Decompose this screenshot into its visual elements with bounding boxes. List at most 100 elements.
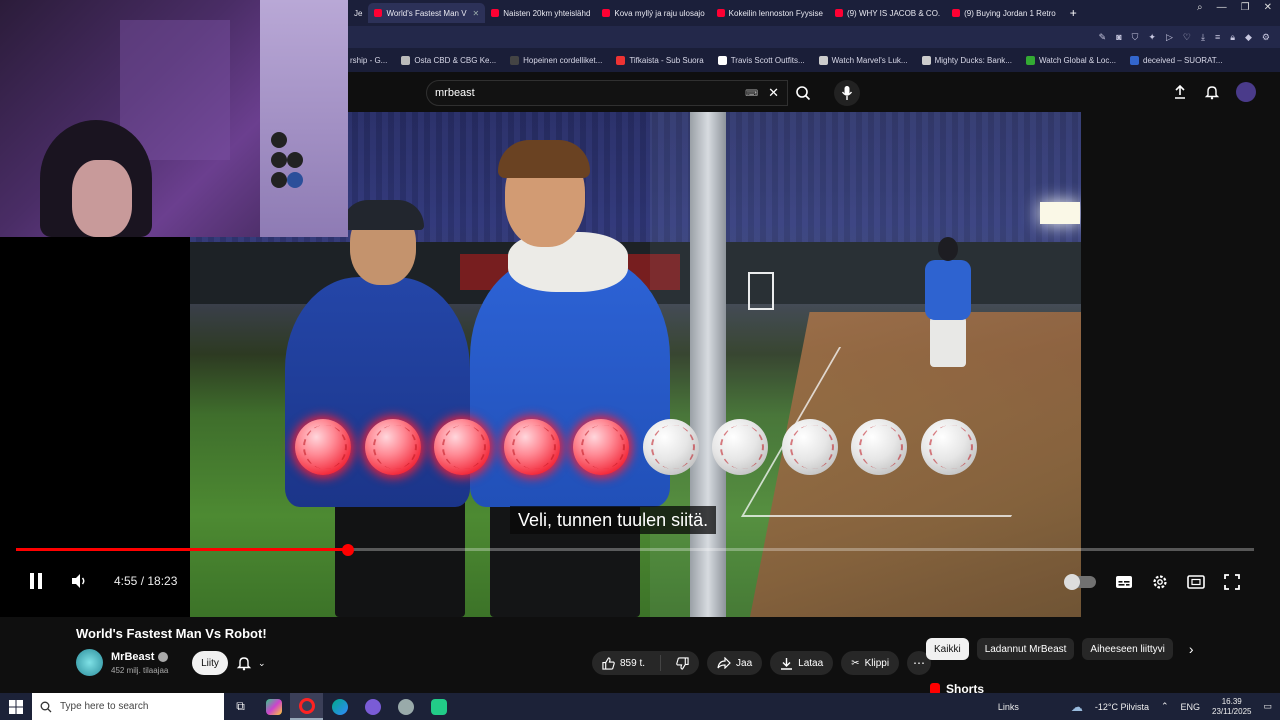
browser-tab[interactable]: Kokeilin lennoston Fyysise: [711, 3, 829, 23]
browser-tab[interactable]: Naisten 20km yhteislähd: [485, 3, 596, 23]
bell-icon: [236, 657, 252, 671]
windows-logo-icon: [9, 699, 23, 714]
task-view-button[interactable]: ⧉: [224, 693, 257, 720]
links-toolbar[interactable]: Links: [998, 702, 1019, 712]
camera-icon[interactable]: ◙: [1116, 32, 1121, 42]
taskbar-app[interactable]: [422, 693, 455, 720]
bookmark-item[interactable]: Hopeinen cordelliket...: [510, 55, 602, 65]
person-left-cap: [342, 200, 424, 230]
chevron-up-icon[interactable]: ⌃: [1161, 701, 1169, 712]
notifications-bell-icon[interactable]: [1204, 84, 1220, 100]
batter: [930, 317, 966, 367]
browser-tab[interactable]: (9) WHY IS JACOB & CO.: [829, 3, 946, 23]
subscription-bell-button[interactable]: ⌄: [236, 651, 284, 675]
clip-label: Klippi: [864, 657, 890, 669]
voice-search-button[interactable]: [834, 80, 860, 106]
youtube-favicon-icon: [716, 9, 725, 17]
notifications-icon[interactable]: ▭: [1263, 701, 1272, 712]
taskbar-app[interactable]: [257, 693, 290, 720]
taskbar-app-opera[interactable]: [290, 693, 323, 720]
baseball-lit-icon: [295, 419, 351, 475]
taskbar-app-edge[interactable]: [323, 693, 356, 720]
language-indicator[interactable]: ENG: [1181, 702, 1201, 712]
bookmark-item[interactable]: Travis Scott Outfits...: [717, 55, 805, 65]
bookmark-item[interactable]: Osta CBD & CBG Ke...: [401, 55, 496, 65]
settings-gear-icon[interactable]: [1152, 574, 1168, 590]
join-button[interactable]: Liity: [192, 651, 228, 675]
download-icon[interactable]: ⤓: [1201, 32, 1205, 43]
channel-name-row[interactable]: MrBeast: [111, 651, 169, 663]
baseball-lit-icon: [503, 419, 560, 475]
download-button[interactable]: Lataa: [770, 651, 834, 675]
heart-icon[interactable]: ♡: [1183, 32, 1191, 43]
autoplay-toggle[interactable]: [1064, 574, 1096, 590]
chevron-right-icon[interactable]: ›: [1189, 641, 1194, 657]
edit-icon[interactable]: ✎: [1099, 32, 1107, 43]
search-input[interactable]: [435, 87, 735, 99]
extension-icon[interactable]: ✦: [1148, 32, 1156, 43]
chip-all[interactable]: Kaikki: [926, 638, 969, 660]
windows-taskbar: Type here to search ⧉ Links ☁ -12°C Pilv…: [0, 693, 1280, 720]
keyboard-icon[interactable]: ⌨: [745, 88, 758, 99]
clock[interactable]: 16.39 23/11/2025: [1212, 697, 1251, 717]
youtube-favicon-icon: [602, 9, 611, 17]
menu-icon[interactable]: ≡: [1215, 32, 1220, 42]
settings-icon[interactable]: ⚙: [1262, 32, 1270, 43]
browser-tab[interactable]: (9) Buying Jordan 1 Retro: [946, 3, 1062, 23]
bookmark-favicon-icon: [401, 55, 411, 65]
taskbar-search[interactable]: Type here to search: [32, 693, 224, 720]
account-avatar[interactable]: [1236, 82, 1256, 102]
start-button[interactable]: [0, 693, 32, 720]
chip-related[interactable]: Aiheeseen liittyvi: [1082, 638, 1173, 660]
close-window-icon[interactable]: ✕: [1264, 2, 1272, 13]
taskbar-app-discord[interactable]: [356, 693, 389, 720]
browser-tab[interactable]: Je: [348, 3, 368, 23]
bookmark-item[interactable]: Watch Global & Loc...: [1025, 55, 1116, 65]
youtube-favicon-icon: [491, 9, 500, 17]
bookmark-item[interactable]: deceived – SUORAT...: [1130, 55, 1222, 65]
progress-played: [16, 548, 348, 551]
bookmark-item[interactable]: Mighty Ducks: Bank...: [921, 55, 1012, 65]
bookmark-item[interactable]: Tifkaista - Sub Suora: [616, 55, 704, 65]
new-tab-button[interactable]: +: [1062, 6, 1085, 20]
search-tabs-icon[interactable]: ⌕: [1197, 2, 1203, 13]
metal-pole: [690, 112, 726, 617]
dislike-button[interactable]: [666, 651, 699, 675]
close-tab-icon[interactable]: ✕: [473, 9, 480, 18]
share-button[interactable]: Jaa: [707, 651, 763, 675]
theater-mode-icon[interactable]: [1187, 575, 1205, 589]
browser-tab[interactable]: Kova myllý ja raju ulosajo: [596, 3, 710, 23]
like-button[interactable]: 859 t.: [592, 651, 655, 675]
minimize-icon[interactable]: —: [1217, 2, 1227, 13]
bookmark-label: rship - G...: [350, 55, 388, 65]
bookmark-item[interactable]: rship - G...: [350, 56, 387, 65]
close-icon[interactable]: ✕: [768, 85, 779, 101]
volume-icon[interactable]: [70, 573, 88, 589]
play-icon[interactable]: ▷: [1166, 32, 1173, 43]
chip-uploaded-by[interactable]: Ladannut MrBeast: [976, 638, 1075, 660]
restore-icon[interactable]: ❐: [1241, 2, 1250, 13]
clip-button[interactable]: ✂ Klippi: [841, 651, 900, 675]
bookmark-item[interactable]: Watch Marvel's Luk...: [818, 55, 908, 65]
browser-tab-active[interactable]: World's Fastest Man V ✕: [368, 3, 486, 23]
mic-icon: [841, 86, 853, 100]
pause-icon[interactable]: [28, 572, 44, 590]
app-gray-icon: [397, 698, 414, 715]
ai-icon[interactable]: ◆: [1245, 32, 1252, 43]
batter-helmet: [938, 237, 958, 261]
app-colorful-icon: [265, 698, 282, 715]
channel-avatar[interactable]: [76, 649, 103, 676]
upload-icon[interactable]: [1172, 84, 1188, 100]
bookmark-label: Watch Marvel's Luk...: [831, 55, 908, 65]
channel-name[interactable]: MrBeast: [111, 651, 154, 663]
subtitles-icon[interactable]: [1115, 575, 1133, 589]
progress-scrubber[interactable]: [341, 544, 354, 556]
fullscreen-icon[interactable]: [1224, 574, 1240, 590]
search-icon: [796, 86, 811, 101]
search-button[interactable]: [788, 80, 818, 106]
weather-text[interactable]: -12°C Pilvista: [1095, 702, 1149, 712]
taskbar-app[interactable]: [389, 693, 422, 720]
tab-label: (9) Buying Jordan 1 Retro: [964, 8, 1056, 18]
lock-icon[interactable]: 🔒︎: [1230, 32, 1235, 43]
shield-icon[interactable]: ⛉: [1132, 32, 1139, 43]
